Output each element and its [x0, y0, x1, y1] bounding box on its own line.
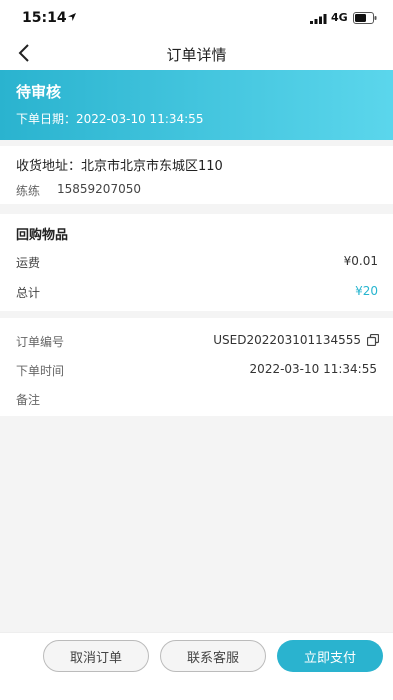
network-type: 4G: [331, 11, 348, 24]
pay-now-button[interactable]: 立即支付: [277, 640, 383, 672]
shipping-address: 收货地址：北京市北京市东城区110: [16, 159, 223, 174]
goods-card: 回购物品 运费 ¥0.01 总计 ¥20: [0, 214, 393, 311]
signal-icon: [310, 14, 327, 24]
cancel-order-button[interactable]: 取消订单: [43, 640, 149, 672]
status-time: 15:14: [22, 10, 67, 26]
order-no-value: USED202203101134555: [213, 333, 361, 347]
total-value: ¥20: [355, 284, 378, 298]
order-no-label: 订单编号: [16, 335, 65, 349]
contact-phone: 15859207050: [57, 182, 141, 196]
shipping-label: 运费: [16, 256, 41, 270]
order-status: 待审核: [16, 83, 62, 101]
nav-bar: 订单详情: [0, 36, 393, 70]
battery-icon: [353, 12, 377, 24]
order-time-value: 2022-03-10 11:34:55: [249, 362, 377, 376]
page-title: 订单详情: [166, 46, 227, 64]
contact-name: 练练: [16, 184, 41, 198]
goods-title: 回购物品: [16, 228, 69, 243]
order-time-label: 下单时间: [16, 364, 65, 378]
status-bar: 15:14 4G: [0, 0, 393, 36]
order-status-banner: 待审核 下单日期：2022-03-10 11:34:55: [0, 70, 393, 140]
contact-service-button[interactable]: 联系客服: [160, 640, 266, 672]
location-arrow-icon: [68, 13, 76, 21]
note-label: 备注: [16, 393, 41, 407]
shipping-value: ¥0.01: [343, 254, 378, 268]
total-label: 总计: [16, 286, 41, 300]
order-date: 下单日期：2022-03-10 11:34:55: [16, 112, 204, 126]
copy-icon[interactable]: [367, 334, 379, 346]
order-info-card: 订单编号 USED202203101134555 下单时间 2022-03-10…: [0, 318, 393, 416]
address-card: 收货地址：北京市北京市东城区110 练练 15859207050: [0, 146, 393, 204]
footer-action-bar: 取消订单 联系客服 立即支付: [0, 632, 393, 700]
